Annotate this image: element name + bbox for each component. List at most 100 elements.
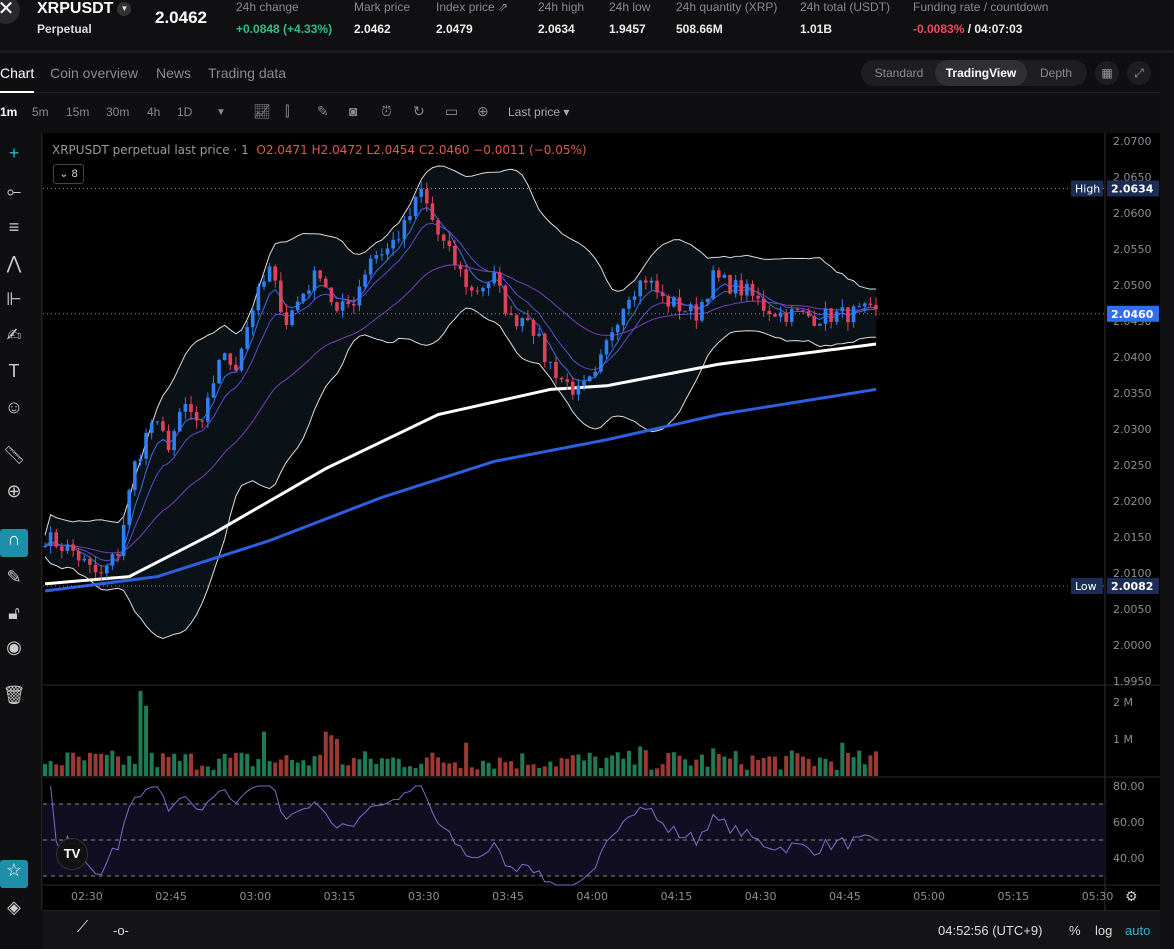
price-chart[interactable]: 2.07002.06502.06002.05502.05002.04502.04… [43,133,1160,910]
candle [54,532,59,547]
volume-bar [245,753,250,776]
candle [683,311,687,313]
candle [172,431,176,451]
brush-icon[interactable]: ✍︎ [0,325,28,346]
candle [666,296,671,307]
volume-bar [256,759,261,776]
candle [222,353,227,360]
volume-bar [430,752,435,776]
alarm-icon[interactable]: ⏰︎ [381,103,392,120]
layers-icon[interactable]: ◈ [0,897,28,918]
volume-bar [127,755,132,776]
volume-bar [559,758,564,776]
candle [834,311,839,322]
candle-type-icon[interactable]: ⫿ [285,103,289,120]
lock-drawing-icon[interactable]: ✎ [0,567,28,588]
line-tool-icon[interactable]: ⟋ [77,919,88,937]
candle [127,490,132,525]
candle [453,245,457,266]
candle [239,348,244,371]
tab-trading-data[interactable]: Trading data [208,65,286,81]
volume-bar [436,757,441,776]
volume-bar [480,760,485,776]
volume-bar [705,766,710,776]
volume-bar [722,756,727,776]
trash-icon[interactable]: 🗑︎ [0,685,28,706]
eye-icon[interactable]: ◉ [0,637,28,658]
volume-bar [531,764,536,776]
volume-bar [750,755,755,776]
tab-news[interactable]: News [156,65,191,81]
volume-bar [115,756,120,776]
fullscreen-icon[interactable]: ⤢ [1127,61,1151,85]
candle [599,354,603,372]
timeframe-more-icon[interactable]: ▼ [216,107,226,118]
emoji-icon[interactable]: ☺ [0,397,28,418]
candle [739,280,744,296]
log-toggle[interactable]: log [1095,923,1112,938]
ruler-icon[interactable]: 📏︎ [0,445,28,466]
timeframe-1d[interactable]: 1D [177,105,192,119]
volume-bar [621,758,626,776]
camera-icon[interactable]: ◙ [349,103,357,119]
tab-coin-overview[interactable]: Coin overview [50,65,138,81]
layout-grid-icon[interactable]: ▦ [1095,61,1119,85]
indicators-icon[interactable]: 📈︎ [253,103,271,120]
crosshair-icon[interactable]: + [0,143,28,164]
volume-bar [778,769,783,776]
timeframe-5m[interactable]: 5m [32,105,49,119]
stat-value-text: 2.0634 [538,22,575,36]
contract-type: Perpetual [37,22,92,36]
candle [419,188,424,197]
zoom-in-icon[interactable]: ⊕ [0,481,28,502]
timeframe-1m[interactable]: 1m [0,105,17,119]
tab-chart[interactable]: Chart [0,65,35,93]
trend-line-icon[interactable]: ⟜ [0,181,28,202]
view-tradingview[interactable]: TradingView [935,60,1027,86]
rsi-tick: 40.00 [1113,852,1145,865]
reset-icon[interactable]: ↻ [413,103,425,120]
candle [728,275,732,294]
auto-toggle[interactable]: auto [1125,923,1150,938]
candle [503,285,508,314]
volume-bar [138,690,143,776]
dropdown-caret-icon[interactable]: ▼ [117,1,132,16]
view-standard[interactable]: Standard [861,60,937,86]
candle [335,302,339,311]
favorites-star-icon[interactable]: ☆ [0,860,28,888]
volume-bar [87,752,92,776]
prediction-icon[interactable]: ⊩ [0,289,28,310]
chart-footer: ⟋ -o- 04:52:56 (UTC+9) % log auto [43,910,1160,949]
volume-bar [744,769,749,776]
lock-icon[interactable]: 🔓︎ [0,603,28,624]
horizontal-line-icon[interactable]: -o- [113,923,129,938]
calendar-icon[interactable]: ▭ [445,103,458,120]
magnet-icon[interactable]: ∩ [0,529,28,557]
candle [441,234,446,241]
volume-bar [99,753,104,776]
volume-bar [71,752,76,776]
text-icon[interactable]: T [0,361,28,382]
timeframe-15m[interactable]: 15m [66,105,89,119]
symbol-selector[interactable]: XRPUSDT ▼ [37,0,132,18]
last-price: 2.0462 [155,8,207,27]
percent-toggle[interactable]: % [1069,923,1081,938]
settings-gear-icon[interactable]: ⚙ [1125,889,1138,905]
draw-pencil-icon[interactable]: ✎ [317,103,329,120]
candle [228,353,233,365]
candle [436,219,440,235]
timeframe-4h[interactable]: 4h [147,105,160,119]
fib-lines-icon[interactable]: ≡ [0,217,28,238]
candle [554,361,558,378]
candle [104,565,109,574]
view-depth[interactable]: Depth [1027,60,1085,86]
pattern-icon[interactable]: ⋀ [0,253,28,274]
price-type-select[interactable]: Last price ▾ [508,105,569,119]
candle [200,420,205,422]
add-icon[interactable]: ⊕ [477,103,489,120]
candle [862,303,867,307]
indicators-toggle[interactable]: ⌄ 8 [53,164,84,184]
symbol-name[interactable]: XRPUSDT [37,0,113,17]
timeframe-30m[interactable]: 30m [106,105,129,119]
volume-bar [54,764,59,776]
